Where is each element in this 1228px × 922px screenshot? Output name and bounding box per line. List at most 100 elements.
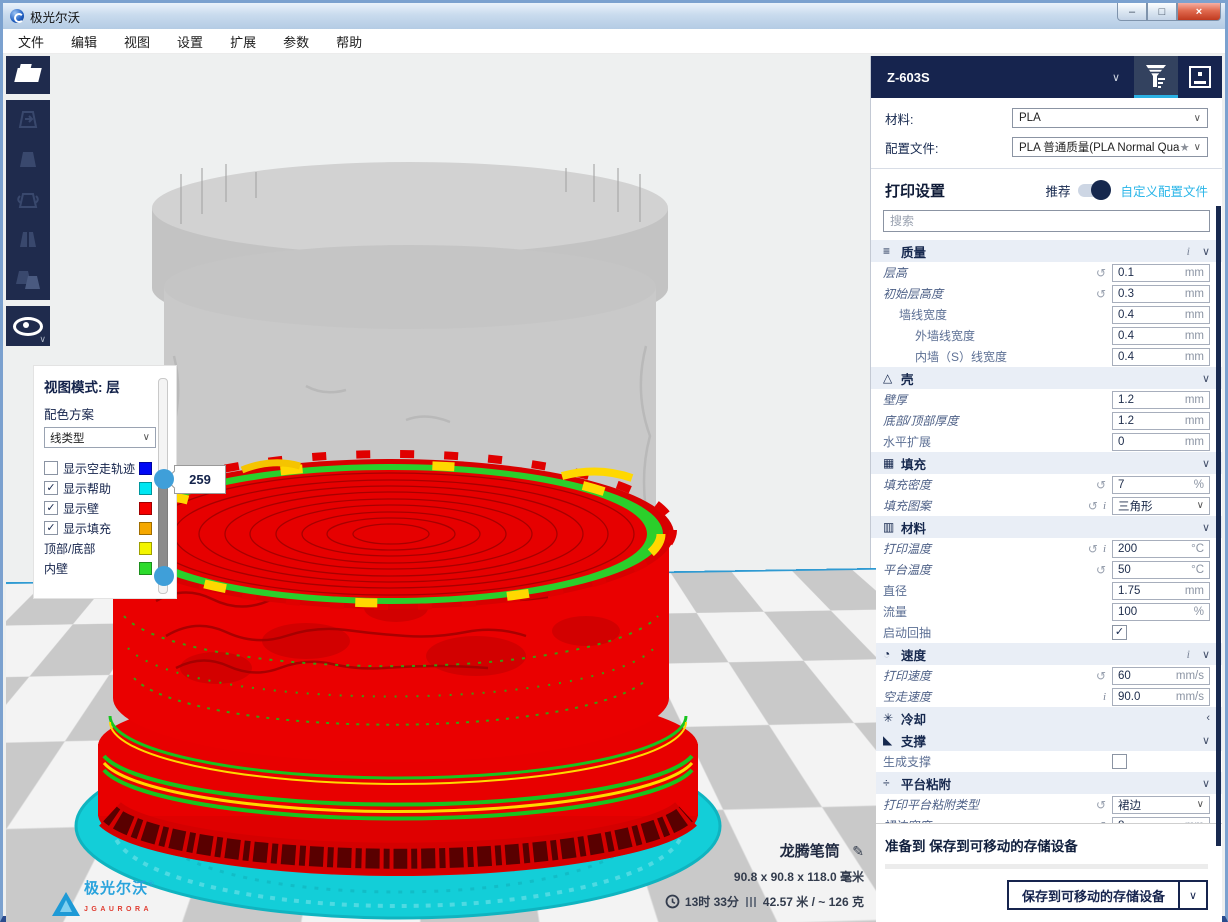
settings-list: ≡质量i∨层高↺0.1mm初始层高度↺0.3mm墙线宽度0.4mm外墙线宽度0.… (871, 240, 1222, 836)
viewport-3d[interactable]: ∨ 视图模式: 层 配色方案 线类型 ∨ 显示空走轨迹✓显示帮助✓显示壁✓显示填… (6, 56, 876, 922)
revert-icon[interactable]: ↺ (1096, 669, 1106, 683)
info-icon[interactable]: i (1103, 691, 1106, 703)
infill-section-header[interactable]: ▦填充∨ (871, 452, 1222, 474)
info-icon[interactable]: i (1103, 543, 1106, 555)
material-select[interactable]: PLA ∨ (1012, 108, 1208, 128)
setting-input[interactable]: 0.4mm (1112, 306, 1210, 324)
legend-checkbox[interactable]: ✓ (44, 521, 58, 535)
settings-search-input[interactable] (883, 210, 1210, 232)
support-icon: ◣ (883, 733, 901, 747)
close-button[interactable]: × (1177, 3, 1221, 21)
view-mode-button[interactable]: ∨ (6, 306, 50, 346)
setting-label: 流量 (883, 603, 1106, 620)
setting-input[interactable]: 50°C (1112, 561, 1210, 579)
title-bar: 极光尔沃 – □ × (3, 3, 1225, 29)
setting-input[interactable]: 0mm (1112, 433, 1210, 451)
legend-checkbox[interactable]: ✓ (44, 501, 58, 515)
menu-item[interactable]: 设置 (177, 32, 203, 51)
setting-label: 填充密度 (883, 476, 1096, 493)
revert-icon[interactable]: ↺ (1096, 266, 1106, 280)
legend-checkbox[interactable]: ✓ (44, 481, 58, 495)
setting-input[interactable]: 0.4mm (1112, 327, 1210, 345)
custom-profile-link[interactable]: 自定义配置文件 (1120, 181, 1208, 200)
menu-item[interactable]: 扩展 (230, 32, 256, 51)
scale-tool-button[interactable] (6, 140, 50, 180)
setting-row: 生成支撑 (871, 751, 1222, 772)
minimize-button[interactable]: – (1117, 3, 1147, 21)
setting-input[interactable]: 0.4mm (1112, 348, 1210, 366)
jgaurora-logo-icon (52, 892, 80, 916)
mirror-tool-button[interactable] (6, 220, 50, 260)
menu-item[interactable]: 参数 (283, 32, 309, 51)
setting-checkbox[interactable]: ✓ (1112, 625, 1127, 640)
shell-section-header[interactable]: △壳∨ (871, 367, 1222, 389)
chevron-collapsed-icon: ‹ (1206, 712, 1210, 724)
speed-section-header[interactable]: ◔速度i∨ (871, 643, 1222, 665)
menu-item[interactable]: 文件 (18, 32, 44, 51)
support-section-header[interactable]: ◣支撑∨ (871, 729, 1222, 751)
info-icon[interactable]: i (1187, 244, 1190, 259)
tab-monitor[interactable] (1178, 56, 1222, 98)
setting-input[interactable]: 1.75mm (1112, 582, 1210, 600)
setting-row: 内墙（S）线宽度0.4mm (871, 346, 1222, 367)
profile-select[interactable]: PLA 普通质量(PLA Normal Qua ★ ∨ (1012, 137, 1208, 157)
save-to-removable-button[interactable]: 保存到可移动的存储设备 ∨ (1007, 880, 1208, 910)
revert-icon[interactable]: ↺ (1096, 798, 1106, 812)
setting-select[interactable]: 裙边∨ (1112, 796, 1210, 814)
layer-legend: 显示空走轨迹✓显示帮助✓显示壁✓显示填充顶部/底部内壁 (44, 458, 166, 578)
menu-item[interactable]: 帮助 (336, 32, 362, 51)
setting-input[interactable]: 60mm/s (1112, 667, 1210, 685)
setting-row: 平台温度↺50°C (871, 559, 1222, 580)
cooling-section-header[interactable]: ✳冷却‹ (871, 707, 1222, 729)
revert-icon[interactable]: ↺ (1096, 563, 1106, 577)
legend-row: 内壁 (44, 558, 166, 578)
setting-input[interactable]: 1.2mm (1112, 391, 1210, 409)
setting-input[interactable]: 1.2mm (1112, 412, 1210, 430)
menu-item[interactable]: 编辑 (71, 32, 97, 51)
legend-checkbox[interactable] (44, 461, 58, 475)
info-icon[interactable]: i (1103, 500, 1106, 512)
setting-unit: mm (1185, 351, 1204, 363)
printer-name[interactable]: Z-603S (871, 70, 1112, 85)
setting-label: 打印速度 (883, 667, 1096, 684)
menu-item[interactable]: 视图 (124, 32, 150, 51)
save-panel: 准备到 保存到可移动的存储设备 保存到可移动的存储设备 ∨ (871, 823, 1222, 922)
layer-slider-lower-handle[interactable] (154, 566, 174, 586)
rename-pencil-icon[interactable]: ✎ (852, 843, 864, 859)
chevron-down-icon[interactable]: ∨ (1112, 71, 1120, 84)
revert-icon[interactable]: ↺ (1088, 542, 1098, 556)
layer-slider-upper-handle[interactable] (154, 469, 174, 489)
setting-input[interactable]: 90.0mm/s (1112, 688, 1210, 706)
tab-prepare-layers[interactable] (1134, 56, 1178, 98)
maximize-button[interactable]: □ (1147, 3, 1177, 21)
material-section-header[interactable]: ▥材料∨ (871, 516, 1222, 538)
model-dimensions: 90.8 x 90.8 x 118.0 毫米 (665, 868, 864, 885)
setting-input[interactable]: 0.1mm (1112, 264, 1210, 282)
profile-value: PLA 普通质量(PLA Normal Qua (1019, 139, 1180, 155)
setting-checkbox[interactable] (1112, 754, 1127, 769)
setting-input[interactable]: 0.3mm (1112, 285, 1210, 303)
recommended-custom-toggle[interactable] (1078, 184, 1110, 197)
setting-input[interactable]: 7% (1112, 476, 1210, 494)
rotate-tool-button[interactable] (6, 180, 50, 220)
adhesion-section-header[interactable]: ÷平台粘附∨ (871, 772, 1222, 794)
per-model-settings-button[interactable] (6, 260, 50, 300)
menu-bar: 文件 编辑 视图 设置 扩展 参数 帮助 (3, 29, 1225, 54)
setting-input[interactable]: 200°C (1112, 540, 1210, 558)
setting-select[interactable]: 三角形∨ (1112, 497, 1210, 515)
setting-row: 流量 100% (871, 601, 1222, 622)
revert-icon[interactable]: ↺ (1088, 499, 1098, 513)
info-icon[interactable]: i (1187, 647, 1190, 662)
save-options-chevron[interactable]: ∨ (1178, 882, 1206, 908)
settings-scrollbar[interactable] (1216, 206, 1221, 846)
section-title: 质量 (901, 242, 1187, 261)
adhesion-icon: ÷ (883, 776, 901, 790)
setting-input[interactable]: 100% (1112, 603, 1210, 621)
revert-icon[interactable]: ↺ (1096, 478, 1106, 492)
chevron-down-icon: ∨ (1194, 113, 1201, 124)
quality-section-header[interactable]: ≡质量i∨ (871, 240, 1222, 262)
revert-icon[interactable]: ↺ (1096, 287, 1106, 301)
move-tool-button[interactable] (6, 100, 50, 140)
open-file-button[interactable] (6, 56, 50, 94)
color-scheme-select[interactable]: 线类型 ∨ (44, 427, 156, 448)
